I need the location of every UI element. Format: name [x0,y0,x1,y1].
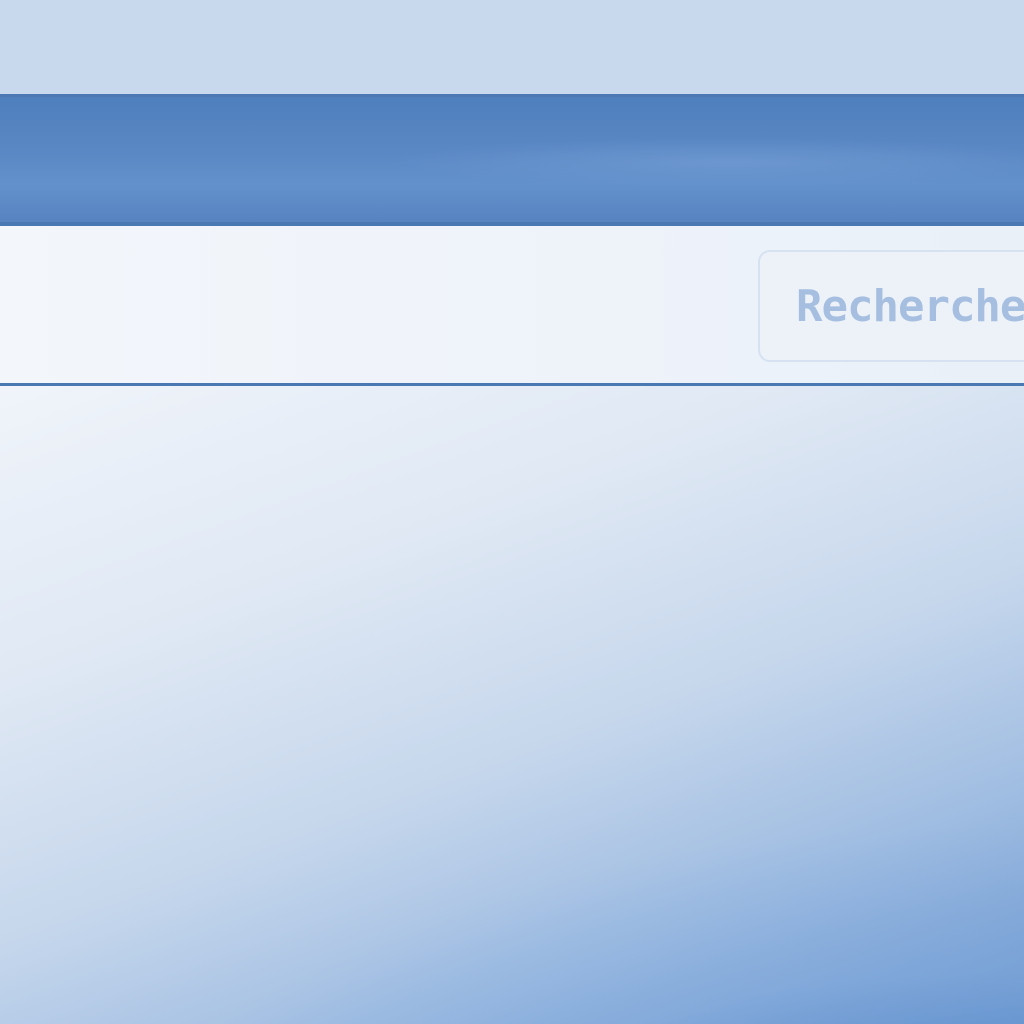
search-placeholder: Recherche [796,280,1024,332]
search-input[interactable]: Recherche [758,250,1024,362]
search-bar: Recherche [0,226,1024,386]
top-strip [0,0,1024,94]
content-area [0,386,1024,1024]
header-bar [0,94,1024,226]
